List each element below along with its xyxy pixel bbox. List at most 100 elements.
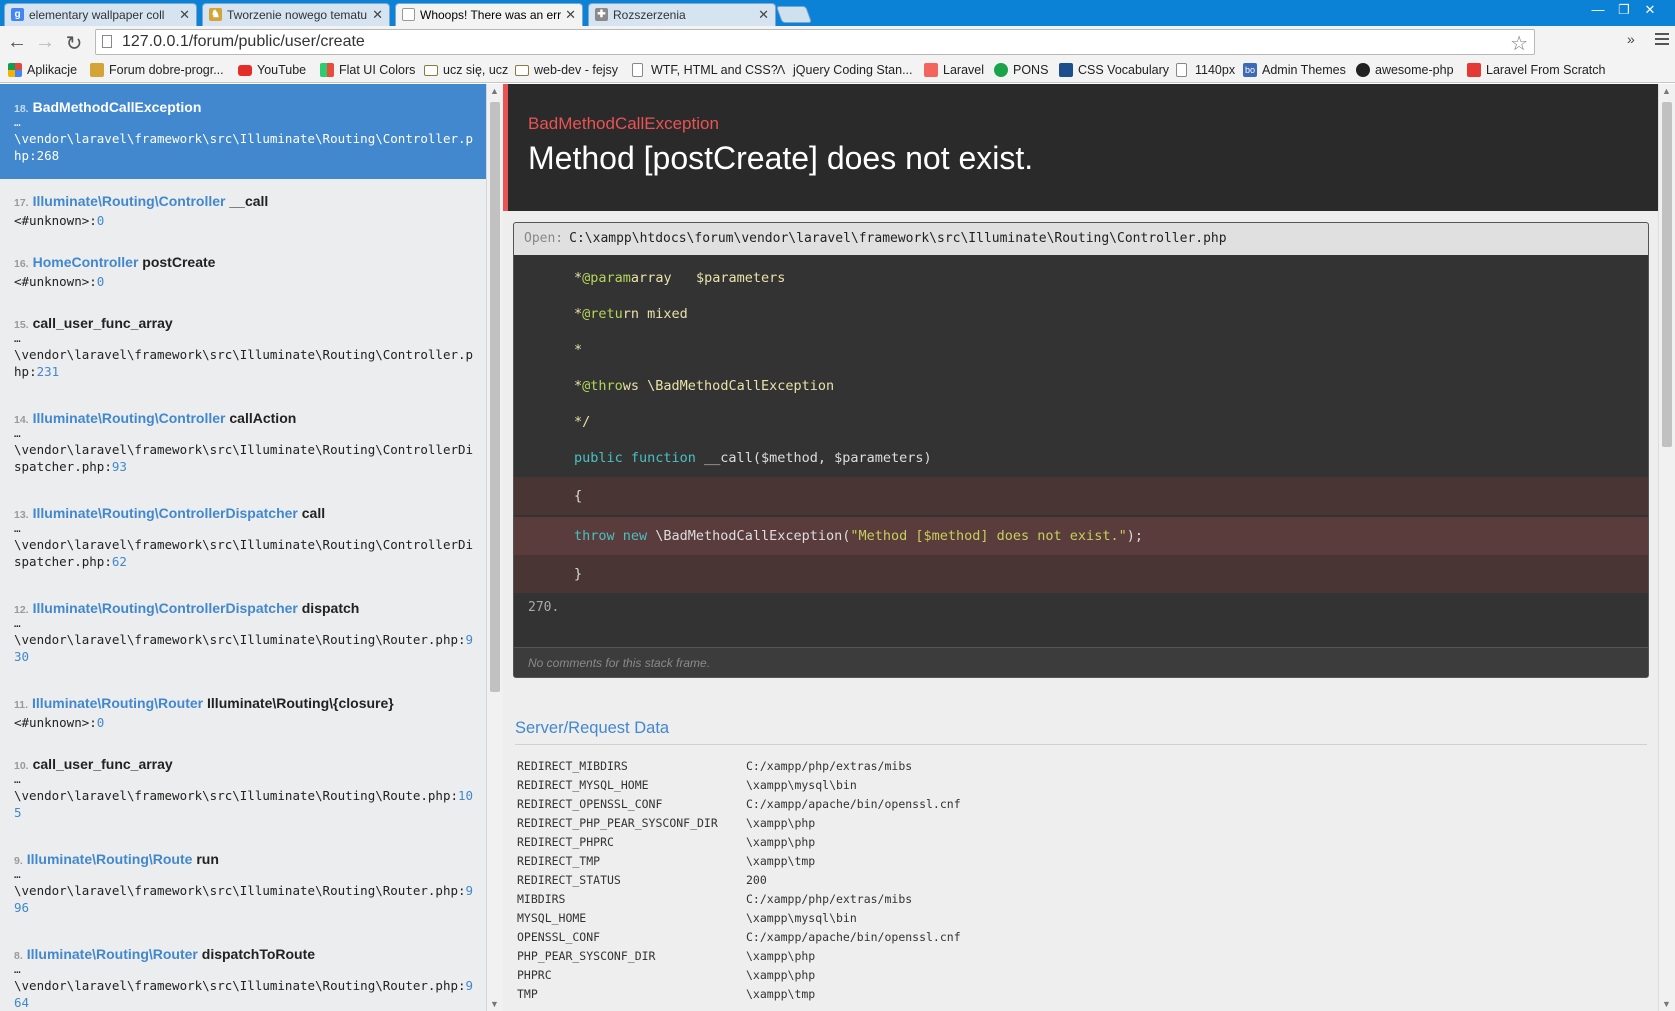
stack-frame[interactable]: 14. Illuminate\Routing\Controller callAct… — [0, 409, 486, 475]
scroll-up-arrow-icon[interactable]: ▲ — [1662, 86, 1671, 96]
exception-message: Method [postCreate] does not exist. — [528, 140, 1034, 176]
reload-icon[interactable]: ↻ — [63, 31, 85, 56]
scroll-up-arrow-icon[interactable]: ▲ — [490, 86, 499, 96]
exception-class: BadMethodCallException — [528, 114, 719, 133]
open-file-path[interactable]: C:\xampp\htdocs\forum\vendor\laravel\fra… — [569, 231, 1226, 246]
tab-rozszerzenia[interactable]: ✚ Rozszerzenia ✕ — [588, 3, 776, 26]
stack-frame[interactable]: 16. HomeController postCreate <#unknown>:… — [0, 253, 486, 290]
frame-file-path: \vendor\laravel\framework\src\Illuminate… — [14, 632, 459, 647]
page-scrollbar[interactable]: ▲ ▼ — [1658, 84, 1675, 1011]
frame-header: 12. Illuminate\Routing\ControllerDispatch… — [14, 599, 472, 619]
back-arrow-icon[interactable]: ← — [6, 31, 28, 54]
bookmark-flat-ui-colors[interactable]: Flat UI Colors — [320, 62, 415, 78]
data-row: PHPRC \xampp\php — [517, 966, 961, 985]
code-line: { — [514, 477, 1648, 515]
frame-method: dispatch — [301, 600, 360, 616]
browser-toolbar: ← → ↻ 127.0.0.1/forum/public/user/create… — [0, 26, 1675, 58]
data-key: REDIRECT_MIBDIRS — [517, 759, 628, 773]
new-tab-button[interactable] — [775, 6, 813, 23]
frame-header: 13. Illuminate\Routing\ControllerDispatch… — [14, 504, 472, 524]
chrome-menu-icon[interactable] — [1655, 30, 1669, 48]
scroll-down-arrow-icon[interactable]: ▼ — [490, 999, 499, 1009]
server-data-table: REDIRECT_MIBDIRS C:/xampp/php/extras/mibs… — [517, 757, 961, 1004]
stack-frame[interactable]: 10. call_user_func_array … \vendor\larave… — [0, 755, 486, 821]
stack-frame[interactable]: 8. Illuminate\Routing\Router dispatchToRo… — [0, 945, 486, 1011]
url-text[interactable]: 127.0.0.1/forum/public/user/create — [122, 33, 365, 51]
bookmark-star-icon[interactable]: ☆ — [1510, 31, 1528, 56]
frame-index: 8. — [14, 950, 23, 962]
tab-strip: g elementary wallpaper coll ✕ ♞ Tworzeni… — [0, 0, 1675, 26]
bookmark-jquery[interactable]: ΛjQuery Coding Stan... — [774, 62, 913, 78]
bookmark-pons[interactable]: PONS — [994, 62, 1048, 78]
bookmark-1140px[interactable]: 1140px — [1176, 62, 1235, 78]
close-icon[interactable]: ✕ — [179, 4, 190, 26]
bookmark-youtube[interactable]: YouTube — [238, 62, 306, 78]
code-line: *@throws \BadMethodCallException — [574, 378, 835, 394]
tab-whoops-error[interactable]: Whoops! There was an err ✕ — [395, 3, 583, 26]
bookmark-css-vocabulary[interactable]: CSS Vocabulary — [1059, 62, 1169, 78]
data-value: C:/xampp/apache/bin/openssl.cnf — [746, 930, 961, 944]
frame-index: 17. — [14, 197, 29, 209]
folder-icon — [515, 65, 529, 76]
frames-scrollbar[interactable]: ▲ ▼ — [486, 84, 503, 1011]
close-window-icon[interactable]: ✕ — [1637, 2, 1663, 18]
bookmark-admin-themes[interactable]: bo Admin Themes — [1243, 62, 1346, 78]
frame-header: 10. call_user_func_array — [14, 755, 472, 775]
data-key: REDIRECT_STATUS — [517, 873, 621, 887]
bookmark-wtf-html-css[interactable]: WTF, HTML and CSS? — [632, 62, 778, 78]
bookmark-laravel-from-scratch[interactable]: Laravel From Scratch — [1467, 62, 1605, 78]
stack-frame[interactable]: 11. Illuminate\Routing\Router Illuminate\… — [0, 694, 486, 731]
frame-line-number: 93 — [111, 459, 127, 474]
bookmark-folder-ucz[interactable]: ucz się, ucz — [424, 62, 508, 78]
stack-frame[interactable]: 15. call_user_func_array … \vendor\larave… — [0, 314, 486, 380]
close-icon[interactable]: ✕ — [565, 4, 576, 26]
address-bar[interactable]: 127.0.0.1/forum/public/user/create ☆ — [95, 29, 1535, 55]
code-line: public function __call($method, $paramet… — [574, 450, 932, 466]
bookmark-label: PONS — [1013, 63, 1049, 77]
data-value: \xampp\mysql\bin — [746, 778, 857, 792]
tab-title: elementary wallpaper coll — [29, 8, 165, 22]
bookmark-aplikacje[interactable]: Aplikacje — [8, 62, 77, 78]
frame-ellipsis: … — [14, 773, 21, 786]
data-key: MIBDIRS — [517, 892, 566, 906]
scrollbar-thumb[interactable] — [490, 102, 500, 692]
stack-frame[interactable]: 12. Illuminate\Routing\ControllerDispatch… — [0, 599, 486, 665]
frame-method: call_user_func_array — [32, 315, 173, 331]
code-line: * — [574, 342, 583, 358]
bookmark-awesome-php[interactable]: awesome-php — [1356, 62, 1454, 78]
bookmark-folder-web-dev[interactable]: web-dev - fejsy — [515, 62, 618, 78]
github-icon — [1356, 63, 1370, 77]
bookmark-label: jQuery Coding Stan... — [793, 63, 913, 77]
close-icon[interactable]: ✕ — [372, 4, 383, 26]
minimize-icon[interactable]: — — [1585, 2, 1611, 17]
stack-frame[interactable]: 9. Illuminate\Routing\Route run … \vendor… — [0, 850, 486, 916]
tab-tworzenie-tematu[interactable]: ♞ Tworzenie nowego tematu ✕ — [202, 3, 390, 26]
data-key: REDIRECT_TMP — [517, 854, 601, 868]
data-key: OPENSSL_CONF — [517, 930, 601, 944]
close-icon[interactable]: ✕ — [758, 4, 769, 26]
extensions-overflow-icon[interactable]: » — [1627, 31, 1635, 47]
restore-icon[interactable]: ❐ — [1611, 2, 1637, 18]
frame-class: Illuminate\Routing\Route — [26, 851, 193, 867]
bookmark-laravel[interactable]: Laravel — [924, 62, 984, 78]
page-icon — [102, 35, 112, 48]
data-value: 200 — [746, 873, 767, 887]
frame-method: dispatchToRoute — [201, 946, 316, 962]
stack-frame[interactable]: 13. Illuminate\Routing\ControllerDispatch… — [0, 504, 486, 570]
code-line: */ — [574, 414, 591, 430]
frame-index: 11. — [14, 699, 29, 711]
exception-header: BadMethodCallException Method [postCreat… — [503, 84, 1658, 211]
scrollbar-thumb[interactable] — [1662, 102, 1672, 447]
frame-method: __call — [229, 193, 269, 209]
data-value: C:/xampp/php/extras/mibs — [746, 892, 913, 906]
stack-frame[interactable]: 17. Illuminate\Routing\Controller __call … — [0, 192, 486, 229]
bookmark-forum[interactable]: Forum dobre-progr... — [90, 62, 224, 78]
frame-ellipsis: … — [14, 522, 21, 535]
forward-arrow-icon[interactable]: → — [34, 31, 56, 54]
stack-frame[interactable]: 18. BadMethodCallException … \vendor\lara… — [0, 84, 486, 179]
scroll-down-arrow-icon[interactable]: ▼ — [1662, 999, 1671, 1009]
forum-icon — [90, 63, 104, 77]
tab-elementary-wallpaper[interactable]: g elementary wallpaper coll ✕ — [4, 3, 197, 26]
open-file-bar[interactable]: Open: C:\xampp\htdocs\forum\vendor\larave… — [514, 223, 1648, 255]
frame-ellipsis: … — [14, 332, 21, 345]
